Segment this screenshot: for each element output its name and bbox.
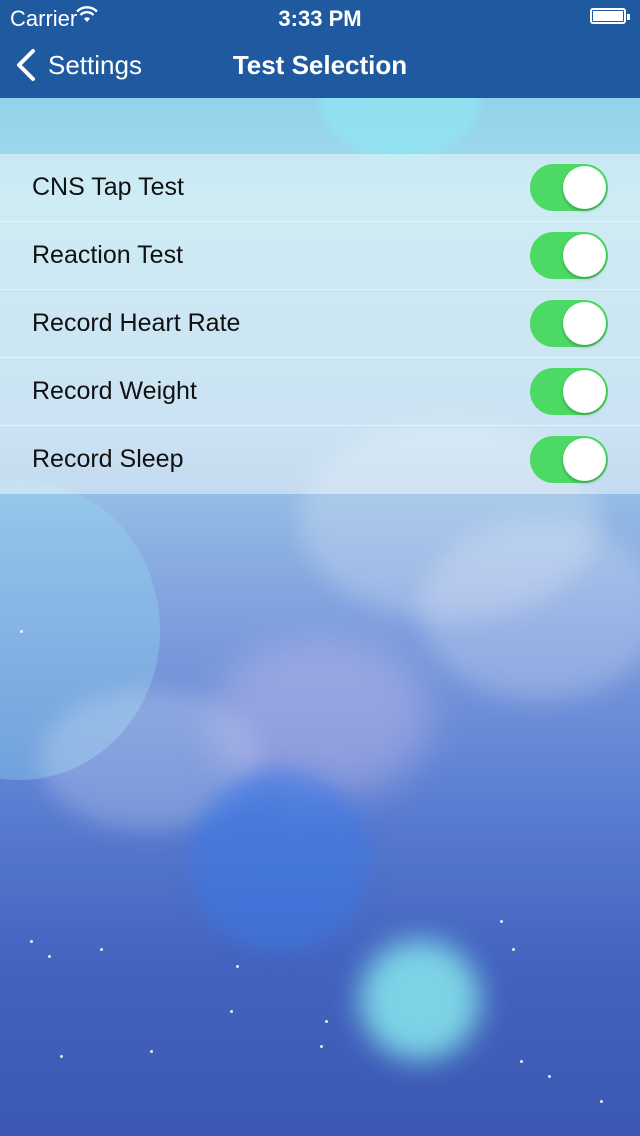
battery-icon — [590, 8, 630, 24]
list-item-label: Record Heart Rate — [32, 309, 241, 337]
reaction-test-toggle[interactable] — [530, 232, 608, 279]
list-item-cns-tap-test: CNS Tap Test — [0, 154, 640, 222]
list-item-label: Record Sleep — [32, 445, 184, 473]
toggle-knob — [563, 166, 606, 209]
status-bar: Carrier 3:33 PM — [0, 0, 640, 34]
list-item-label: Reaction Test — [32, 241, 184, 269]
list-item-record-sleep: Record Sleep — [0, 426, 640, 494]
record-weight-toggle[interactable] — [530, 368, 608, 415]
list-item-reaction-test: Reaction Test — [0, 222, 640, 290]
list-item-label: Record Weight — [32, 377, 197, 405]
toggle-knob — [563, 370, 606, 413]
clock: 3:33 PM — [278, 6, 362, 31]
record-sleep-toggle[interactable] — [530, 436, 608, 483]
toggle-knob — [563, 438, 606, 481]
list-item-label: CNS Tap Test — [32, 173, 184, 201]
toggle-knob — [563, 302, 606, 345]
toggle-knob — [563, 234, 606, 277]
cns-tap-test-toggle[interactable] — [530, 164, 608, 211]
test-selection-list: CNS Tap Test Reaction Test Record Heart … — [0, 154, 640, 494]
page-title: Test Selection — [232, 50, 408, 80]
record-heart-rate-toggle[interactable] — [530, 300, 608, 347]
navigation-bar: Settings Test Selection — [0, 34, 640, 98]
list-item-record-heart-rate: Record Heart Rate — [0, 290, 640, 358]
list-item-record-weight: Record Weight — [0, 358, 640, 426]
